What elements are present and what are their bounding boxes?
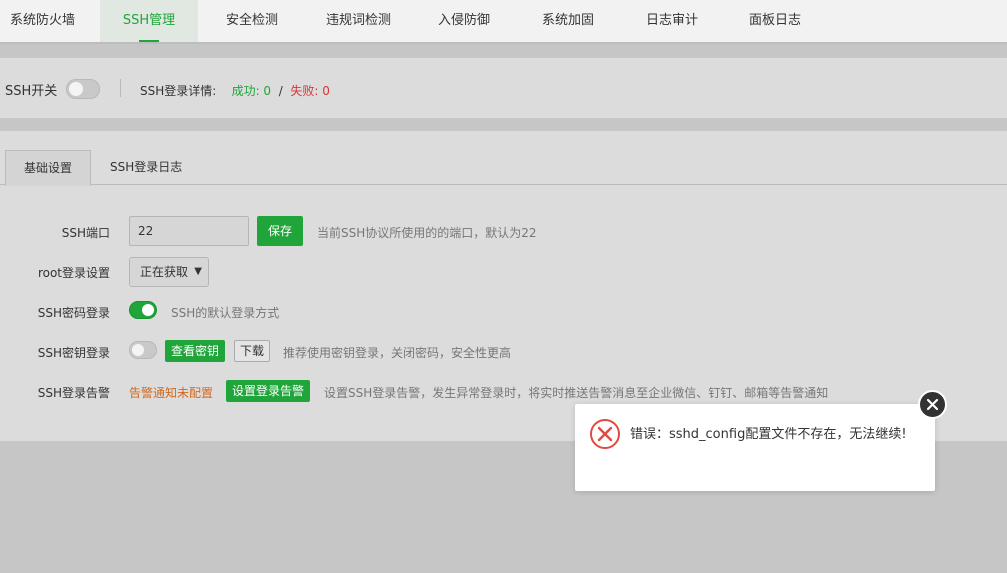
password-login-toggle[interactable] xyxy=(129,301,157,319)
key-login-hint: 推荐使用密钥登录，关闭密码，安全性更高 xyxy=(283,346,512,360)
ssh-login-detail-label: SSH登录详情: xyxy=(140,84,217,98)
close-dialog-button[interactable] xyxy=(918,390,947,419)
password-login-label: SSH密码登录 xyxy=(37,306,110,320)
top-navigation: 系统防火墙 SSH管理 安全检测 违规词检测 入侵防御 系统加固 日志审计 面板… xyxy=(0,0,1007,44)
tab-panel-log[interactable]: 面板日志 xyxy=(749,0,801,42)
close-icon xyxy=(926,398,939,411)
count-separator: / xyxy=(278,84,283,98)
error-dialog: 错误：sshd_config配置文件不存在，无法继续! xyxy=(575,404,935,491)
toggle-knob xyxy=(142,304,154,316)
password-login-hint: SSH的默认登录方式 xyxy=(171,306,280,320)
error-message: 错误：sshd_config配置文件不存在，无法继续! xyxy=(630,427,907,442)
tab-violation-words[interactable]: 违规词检测 xyxy=(326,0,391,42)
ssh-switch-toggle[interactable] xyxy=(66,79,100,99)
tab-basic-settings[interactable]: 基础设置 xyxy=(5,150,92,186)
login-alert-hint: 设置SSH登录告警，发生异常登录时，将实时推送告警消息至企业微信、钉钉、邮箱等告… xyxy=(324,386,829,400)
ssh-port-input[interactable]: 22 xyxy=(129,216,249,246)
tab-ssh-login-log[interactable]: SSH登录日志 xyxy=(92,150,200,185)
tab-log-audit[interactable]: 日志审计 xyxy=(646,0,698,42)
chevron-down-icon: ▼ xyxy=(194,266,202,277)
ssh-switch-bar: SSH开关 SSH登录详情: 成功: 0 / 失败: 0 xyxy=(0,58,1007,118)
tab-ssh-management[interactable]: SSH管理 xyxy=(100,0,198,42)
error-icon xyxy=(589,418,621,450)
tab-security-check[interactable]: 安全检测 xyxy=(226,0,278,42)
ssh-login-detail: SSH登录详情: 成功: 0 / 失败: 0 xyxy=(140,82,330,99)
tab-firewall[interactable]: 系统防火墙 xyxy=(10,0,75,42)
root-login-selected: 正在获取 xyxy=(140,265,189,279)
view-key-button[interactable]: 查看密钥 xyxy=(165,340,225,362)
save-port-button[interactable]: 保存 xyxy=(257,216,303,246)
divider xyxy=(120,79,121,97)
settings-panel: 基础设置 SSH登录日志 SSH端口 22 保存 当前SSH协议所使用的的端口，… xyxy=(0,131,1007,441)
fail-count: 失败: 0 xyxy=(290,84,330,98)
alert-not-configured: 告警通知未配置 xyxy=(129,386,214,400)
active-tab-indicator xyxy=(139,40,159,42)
success-count: 成功: 0 xyxy=(231,84,272,98)
download-key-button[interactable]: 下载 xyxy=(234,340,270,362)
key-login-toggle[interactable] xyxy=(129,341,157,359)
toggle-knob xyxy=(69,82,83,96)
key-login-label: SSH密钥登录 xyxy=(37,346,110,360)
tab-ssh-management-label: SSH管理 xyxy=(122,13,176,28)
toggle-knob xyxy=(132,344,144,356)
login-alert-label: SSH登录告警 xyxy=(37,386,110,400)
set-login-alert-button[interactable]: 设置登录告警 xyxy=(226,380,310,402)
ssh-port-label: SSH端口 xyxy=(61,226,110,240)
root-login-select[interactable]: 正在获取 ▼ xyxy=(129,257,209,287)
tab-intrusion-defense[interactable]: 入侵防御 xyxy=(438,0,490,42)
ssh-switch-label: SSH开关 xyxy=(5,84,58,99)
tab-system-hardening[interactable]: 系统加固 xyxy=(542,0,594,42)
root-login-label: root登录设置 xyxy=(37,266,110,280)
sub-tabs: 基础设置 SSH登录日志 xyxy=(0,150,1007,186)
ssh-port-hint: 当前SSH协议所使用的的端口，默认为22 xyxy=(317,226,537,240)
